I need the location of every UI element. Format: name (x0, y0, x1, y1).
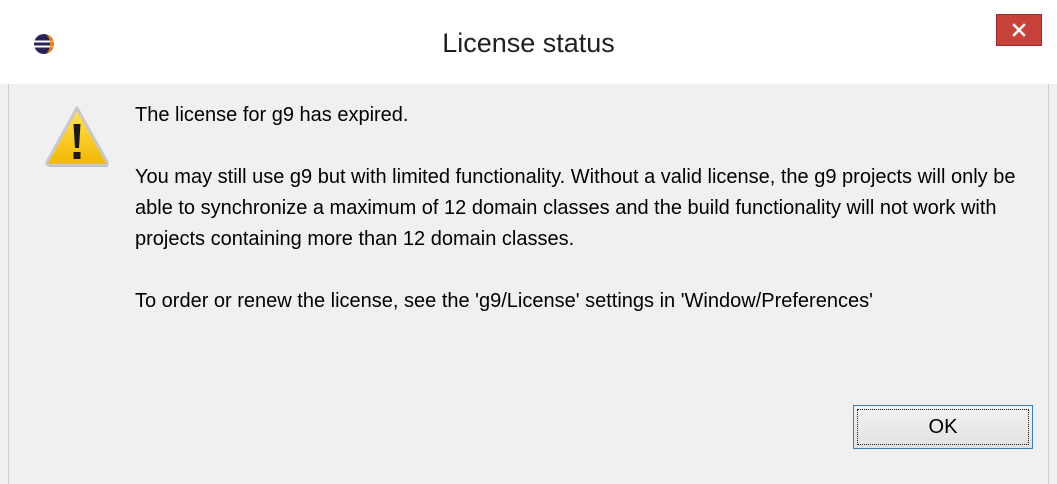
license-status-dialog: License status The license for g9 has ex… (0, 0, 1057, 484)
close-button[interactable] (996, 14, 1042, 46)
message-text: The license for g9 has expired. You may … (135, 100, 1025, 348)
close-icon (1012, 23, 1026, 37)
message-limited-functionality: You may still use g9 but with limited fu… (135, 166, 1016, 250)
message-expired: The license for g9 has expired. (135, 104, 409, 126)
title-bar[interactable]: License status (0, 0, 1057, 84)
ok-button[interactable]: OK (853, 405, 1033, 449)
warning-icon (45, 106, 109, 167)
window-title: License status (442, 28, 615, 58)
dialog-content: The license for g9 has expired. You may … (8, 84, 1049, 484)
ok-button-label: OK (928, 416, 958, 438)
message-renew-instructions: To order or renew the license, see the '… (135, 290, 873, 312)
